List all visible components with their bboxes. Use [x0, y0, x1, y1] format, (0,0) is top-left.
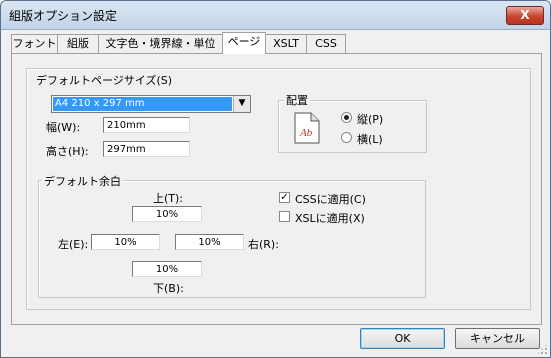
close-icon: X	[520, 8, 530, 22]
apply-css-checkbox[interactable]: ✓	[279, 192, 290, 203]
tab-font[interactable]: フォント	[11, 34, 58, 53]
tab-xslt[interactable]: XSLT	[265, 34, 307, 53]
landscape-label[interactable]: 横(L)	[357, 131, 383, 147]
bottom-margin-label: 下(B):	[153, 282, 184, 295]
tab-css[interactable]: CSS	[306, 34, 346, 53]
close-button[interactable]: X	[506, 6, 544, 25]
tab-layout[interactable]: 組版	[57, 34, 99, 53]
width-label: 幅(W):	[46, 121, 81, 134]
title-bar[interactable]: 組版オプション設定 X	[1, 1, 550, 30]
portrait-label[interactable]: 縦(P)	[357, 111, 383, 127]
tab-page[interactable]: ページ	[222, 32, 266, 54]
height-label: 高さ(H):	[46, 145, 89, 158]
landscape-radio[interactable]	[341, 132, 352, 143]
apply-xsl-checkbox[interactable]	[279, 211, 290, 222]
chevron-down-icon[interactable]: ▼	[233, 96, 250, 112]
width-field[interactable]: 210mm	[103, 117, 190, 133]
page-size-selected-value: A4 210 x 297 mm	[53, 97, 232, 111]
page-size-group-label: デフォルトページサイズ(S)	[34, 72, 175, 88]
cancel-button[interactable]: キャンセル	[455, 328, 540, 349]
page-orientation-icon: Ab	[294, 112, 320, 144]
resize-grip-icon[interactable]	[538, 345, 548, 355]
tab-colors-borders-units[interactable]: 文字色・境界線・単位	[98, 34, 223, 53]
right-margin-field[interactable]: 10%	[175, 234, 244, 250]
dialog-window: 組版オプション設定 X フォント 組版 文字色・境界線・単位 ページ XSLT …	[0, 0, 551, 358]
bottom-margin-field[interactable]: 10%	[132, 261, 202, 277]
top-margin-field[interactable]: 10%	[132, 206, 202, 222]
apply-css-label[interactable]: CSSに適用(C)	[295, 191, 366, 207]
left-margin-field[interactable]: 10%	[91, 234, 160, 250]
portrait-radio[interactable]	[341, 112, 352, 123]
ok-button[interactable]: OK	[360, 328, 445, 349]
apply-xsl-label[interactable]: XSLに適用(X)	[295, 210, 365, 226]
left-margin-label: 左(E):	[58, 238, 89, 251]
right-margin-label: 右(R):	[248, 238, 279, 251]
top-margin-label: 上(T):	[153, 192, 184, 205]
page-size-select[interactable]: A4 210 x 297 mm ▼	[51, 95, 251, 113]
orientation-group-label: 配置	[284, 92, 310, 108]
check-icon: ✓	[280, 192, 289, 203]
page-tab-panel: デフォルトページサイズ(S) A4 210 x 297 mm ▼ 幅(W): 2…	[11, 53, 542, 325]
page-icon-text: Ab	[299, 127, 313, 139]
margins-group-label: デフォルト余白	[42, 173, 123, 189]
window-title: 組版オプション設定	[9, 9, 118, 23]
height-field[interactable]: 297mm	[103, 141, 190, 157]
